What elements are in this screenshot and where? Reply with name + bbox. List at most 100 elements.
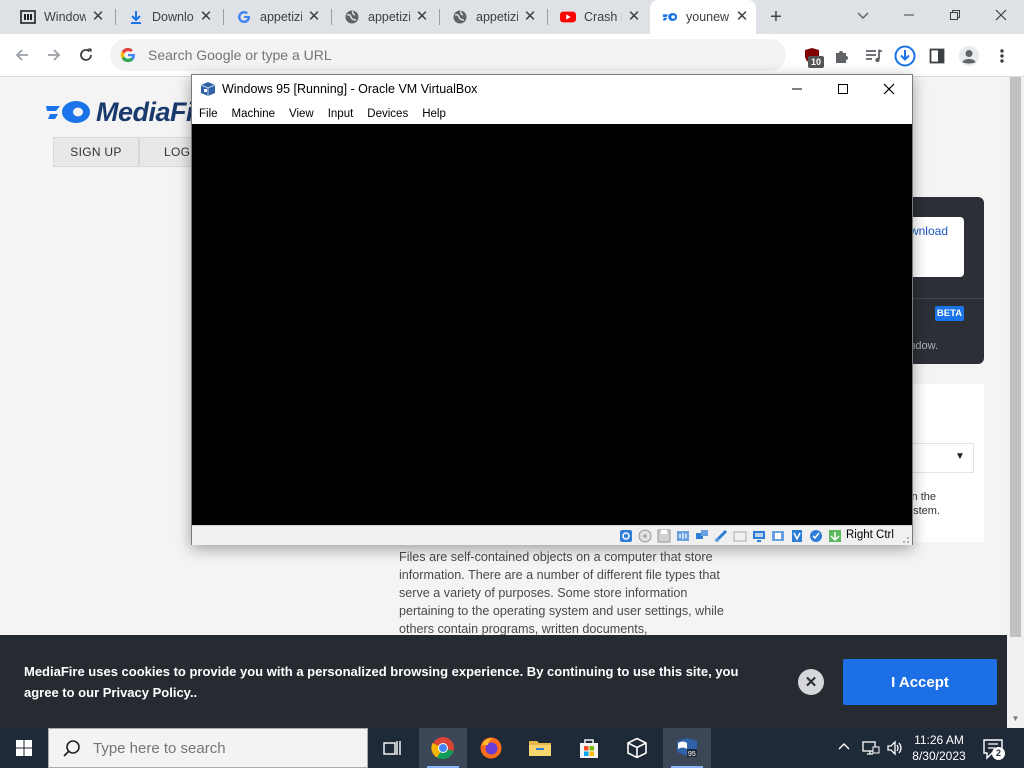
taskbar-clock[interactable]: 11:26 AM 8/30/2023 xyxy=(906,732,972,764)
forward-button[interactable] xyxy=(40,41,68,69)
network-icon[interactable] xyxy=(695,529,709,543)
menu-help[interactable]: Help xyxy=(415,108,453,120)
optical-drive-icon[interactable] xyxy=(638,529,652,543)
notification-count-badge: 2 xyxy=(992,747,1005,760)
tab-close-icon[interactable]: ✕ xyxy=(90,9,106,25)
side-panel-icon[interactable] xyxy=(925,44,949,68)
task-view-icon xyxy=(383,741,401,755)
tab-label: Downlo xyxy=(152,10,194,24)
browser-menu-icon[interactable] xyxy=(990,44,1014,68)
windows-95-vm-icon: 95 xyxy=(677,738,697,758)
scrollbar-thumb[interactable] xyxy=(1010,77,1021,637)
extensions-puzzle-icon[interactable] xyxy=(830,44,854,68)
tab-close-icon[interactable]: ✕ xyxy=(522,9,538,25)
taskbar-firefox[interactable] xyxy=(467,728,515,768)
tab-label: appetizi xyxy=(368,10,410,24)
display-icon[interactable] xyxy=(752,529,766,543)
start-button[interactable] xyxy=(0,728,48,768)
taskbar-win95-vm[interactable]: 95 xyxy=(663,728,711,768)
hard-disk-icon[interactable] xyxy=(619,529,633,543)
tab-close-icon[interactable]: ✕ xyxy=(414,9,430,25)
tab-label: appetizi xyxy=(476,10,518,24)
accept-cookies-button[interactable]: I Accept xyxy=(843,659,997,705)
tab-window[interactable]: Window ✕ xyxy=(8,0,112,34)
tab-downloads[interactable]: Downlo ✕ xyxy=(116,0,220,34)
address-input[interactable] xyxy=(148,47,748,63)
back-button[interactable] xyxy=(8,41,36,69)
virtualbox-window: Windows 95 [Running] - Oracle VM Virtual… xyxy=(191,74,913,545)
network-tray-icon[interactable] xyxy=(862,739,880,757)
mediafire-flame-icon xyxy=(46,101,90,123)
usb-icon[interactable] xyxy=(714,529,728,543)
recording-icon[interactable] xyxy=(771,529,785,543)
taskbar-file-explorer[interactable] xyxy=(516,728,564,768)
globe-icon xyxy=(452,9,468,25)
cpu-icon[interactable] xyxy=(790,529,804,543)
tab-label: Crash K xyxy=(584,10,622,24)
taskbar-virtualbox[interactable] xyxy=(613,728,661,768)
sign-up-button[interactable]: SIGN UP xyxy=(53,137,139,167)
profile-avatar-icon[interactable] xyxy=(957,44,981,68)
menu-machine[interactable]: Machine xyxy=(225,108,282,120)
cookie-message: MediaFire uses cookies to provide you wi… xyxy=(24,664,739,700)
taskbar-chrome[interactable] xyxy=(419,728,467,768)
taskbar-search-box[interactable] xyxy=(48,728,368,768)
menu-input[interactable]: Input xyxy=(321,108,361,120)
vbox-close-button[interactable] xyxy=(866,75,912,103)
log-in-button[interactable]: LOG I xyxy=(139,137,199,167)
vbox-status-bar: Right Ctrl xyxy=(192,525,912,545)
downloads-icon[interactable] xyxy=(893,44,917,68)
windows-taskbar: 95 11:26 AM 8/30/2023 2 xyxy=(0,728,1024,768)
vm-display[interactable] xyxy=(192,124,912,525)
tab-youtube[interactable]: Crash K ✕ xyxy=(548,0,648,34)
tab-close-icon[interactable]: ✕ xyxy=(306,9,322,25)
tab-close-icon[interactable]: ✕ xyxy=(626,9,642,25)
search-icon xyxy=(63,740,80,757)
browser-close-button[interactable] xyxy=(978,0,1024,30)
guest-additions-icon[interactable] xyxy=(809,529,823,543)
tab-mediafire-active[interactable]: younew ✕ xyxy=(650,0,756,34)
tab-appetizer-1[interactable]: appetizi ✕ xyxy=(224,0,328,34)
taskbar-search-input[interactable] xyxy=(93,739,353,757)
show-hidden-icons-icon[interactable] xyxy=(838,738,850,753)
scroll-down-icon[interactable]: ▼ xyxy=(1007,712,1024,726)
resize-grip-icon[interactable] xyxy=(900,534,910,544)
vbox-title-bar[interactable]: Windows 95 [Running] - Oracle VM Virtual… xyxy=(192,75,912,103)
volume-icon[interactable] xyxy=(886,739,904,757)
panel-divider xyxy=(902,298,984,299)
media-queue-icon[interactable] xyxy=(862,44,886,68)
menu-devices[interactable]: Devices xyxy=(360,108,415,120)
svg-text:95: 95 xyxy=(688,751,696,758)
new-tab-button[interactable]: + xyxy=(764,6,788,28)
extension-badge: 10 xyxy=(808,56,824,68)
host-key-label: Right Ctrl xyxy=(846,529,894,541)
logo-text: MediaFi xyxy=(96,96,194,127)
audio-icon[interactable] xyxy=(676,529,690,543)
tab-close-icon[interactable]: ✕ xyxy=(734,9,750,25)
archive-icon xyxy=(20,9,36,25)
taskbar-store[interactable] xyxy=(565,728,613,768)
browser-minimize-button[interactable] xyxy=(886,0,932,30)
floppy-drive-icon[interactable] xyxy=(657,529,671,543)
browser-restore-button[interactable] xyxy=(932,0,978,30)
vbox-maximize-button[interactable] xyxy=(820,75,866,103)
reload-button[interactable] xyxy=(72,41,100,69)
clock-time: 11:26 AM xyxy=(914,733,964,747)
tab-appetizer-3[interactable]: appetizi ✕ xyxy=(440,0,544,34)
cookie-close-button[interactable]: ✕ xyxy=(798,669,824,695)
task-view-button[interactable] xyxy=(368,728,416,768)
vbox-title: Windows 95 [Running] - Oracle VM Virtual… xyxy=(222,82,478,96)
shared-folders-icon[interactable] xyxy=(733,529,747,543)
vbox-minimize-button[interactable] xyxy=(774,75,820,103)
mouse-integration-icon[interactable] xyxy=(828,529,842,543)
address-bar[interactable] xyxy=(110,39,786,71)
tab-close-icon[interactable]: ✕ xyxy=(198,9,214,25)
menu-file[interactable]: File xyxy=(192,108,225,120)
menu-view[interactable]: View xyxy=(282,108,321,120)
chevron-down-icon[interactable]: ▼ xyxy=(955,451,965,462)
youtube-icon xyxy=(560,9,576,25)
tab-search-icon[interactable] xyxy=(852,6,874,26)
tab-appetizer-2[interactable]: appetizi ✕ xyxy=(332,0,436,34)
mediafire-logo[interactable]: MediaFi xyxy=(44,96,194,127)
chrome-icon xyxy=(431,737,454,760)
